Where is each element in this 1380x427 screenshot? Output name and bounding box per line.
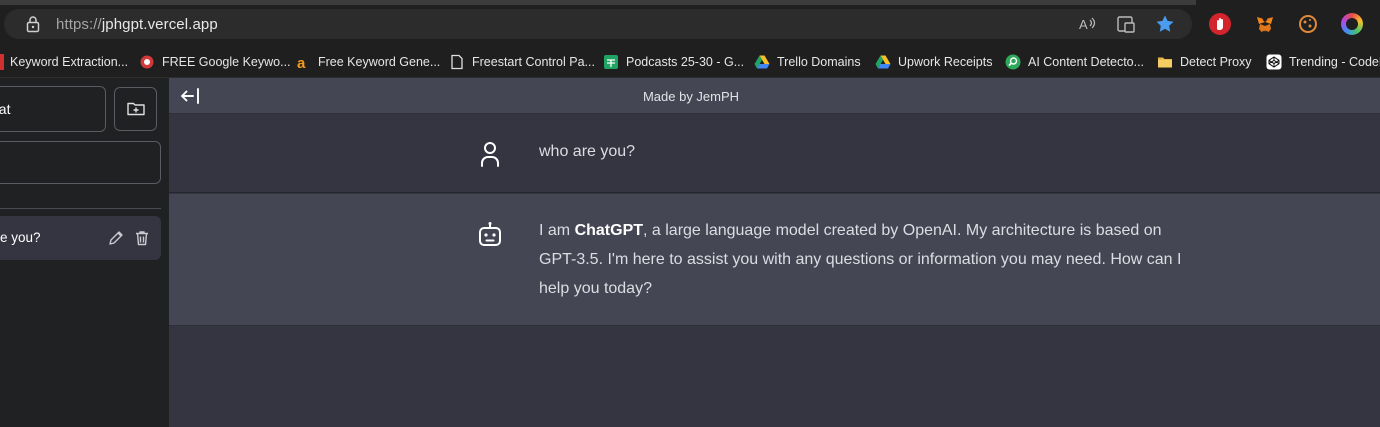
bookmark-podcasts[interactable]: Podcasts 25-30 - G... [603,52,744,72]
chat-header: Made by JemPH [169,78,1380,114]
new-folder-icon [127,102,145,116]
bookmark-label: Free Keyword Gene... [318,55,441,69]
new-folder-button[interactable] [114,87,157,131]
assistant-text-intro: I am [539,222,575,239]
bookmarks-bar: Keyword Extraction... FREE Google Keywo.… [0,46,1380,78]
extension-metamask-icon[interactable] [1254,13,1276,35]
conversation-item[interactable]: e you? [0,216,161,260]
svg-text:A: A [1079,17,1088,32]
reader-view-icon[interactable] [1116,14,1136,34]
chat-main: Made by JemPH who are you? I am ChatGPT,… [169,78,1380,427]
extension-adblock-icon[interactable] [1209,13,1231,35]
bookmark-keyword-extraction[interactable]: Keyword Extraction... [0,52,128,72]
bookmark-free-keyword-generator[interactable]: a Free Keyword Gene... [295,52,440,72]
address-bar[interactable]: https://jphgpt.vercel.app A [4,9,1192,39]
page-icon [451,54,463,70]
search-conversations-input[interactable] [0,141,161,184]
bookmark-label: Freestart Control Pa... [472,55,595,69]
bookmark-icon [0,54,4,70]
google-keyword-icon [140,55,154,69]
bookmark-trending-codepen[interactable]: Trending - CodeP [1266,52,1380,72]
bookmark-free-google-keyword[interactable]: FREE Google Keywo... [139,52,291,72]
bookmark-label: Detect Proxy [1180,55,1252,69]
assistant-message: I am ChatGPT, a large language model cre… [169,194,1380,326]
bookmark-label: Keyword Extraction... [10,55,129,69]
assistant-message-text: I am ChatGPT, a large language model cre… [539,216,1189,303]
bookmark-ai-content-detector[interactable]: AI Content Detecto... [1005,52,1144,72]
folder-icon [1158,57,1172,68]
user-message: who are you? [169,114,1380,193]
user-avatar-icon [481,142,499,167]
bookmark-label: Podcasts 25-30 - G... [626,55,745,69]
bookmark-upwork-receipts[interactable]: Upwork Receipts [875,52,992,72]
tab-strip-edge [0,0,1196,5]
lock-icon[interactable] [26,15,40,33]
codepen-icon [1266,54,1282,70]
favorite-star-icon[interactable] [1155,14,1175,34]
browser-toolbar: https://jphgpt.vercel.app A [0,0,1380,46]
detector-icon [1005,54,1021,70]
extension-cookie-icon[interactable] [1297,13,1319,35]
edit-pencil-icon[interactable] [107,229,125,247]
drive-icon [875,55,891,69]
new-chat-label: hat [0,101,11,117]
read-aloud-icon[interactable]: A [1078,14,1098,34]
robot-avatar-icon [479,222,501,246]
bookmark-label: Upwork Receipts [898,55,993,69]
new-chat-button[interactable]: hat [0,86,106,132]
bookmark-trello-domains[interactable]: Trello Domains [754,52,861,72]
assistant-text-bold: ChatGPT [574,222,644,239]
bookmark-label: FREE Google Keywo... [162,55,291,69]
url-text[interactable]: https://jphgpt.vercel.app [56,16,218,33]
user-message-text: who are you? [539,143,636,160]
conversation-title: e you? [0,230,41,245]
bookmark-label: AI Content Detecto... [1028,55,1145,69]
bookmark-label: Trending - CodeP [1289,55,1380,69]
delete-trash-icon[interactable] [133,229,151,247]
bookmark-freestart-control-panel[interactable]: Freestart Control Pa... [449,52,595,72]
drive-icon [754,55,770,69]
header-title: Made by JemPH [642,89,740,104]
extension-color-picker-icon[interactable] [1341,13,1363,35]
sidebar-divider [0,208,161,209]
sidebar: hat e you? [0,78,169,427]
bookmark-detect-proxy[interactable]: Detect Proxy [1157,52,1252,72]
svg-text:a: a [297,55,306,70]
bookmark-label: Trello Domains [777,55,861,69]
sheets-icon [604,55,618,69]
keyword-generator-icon: a [297,55,306,70]
